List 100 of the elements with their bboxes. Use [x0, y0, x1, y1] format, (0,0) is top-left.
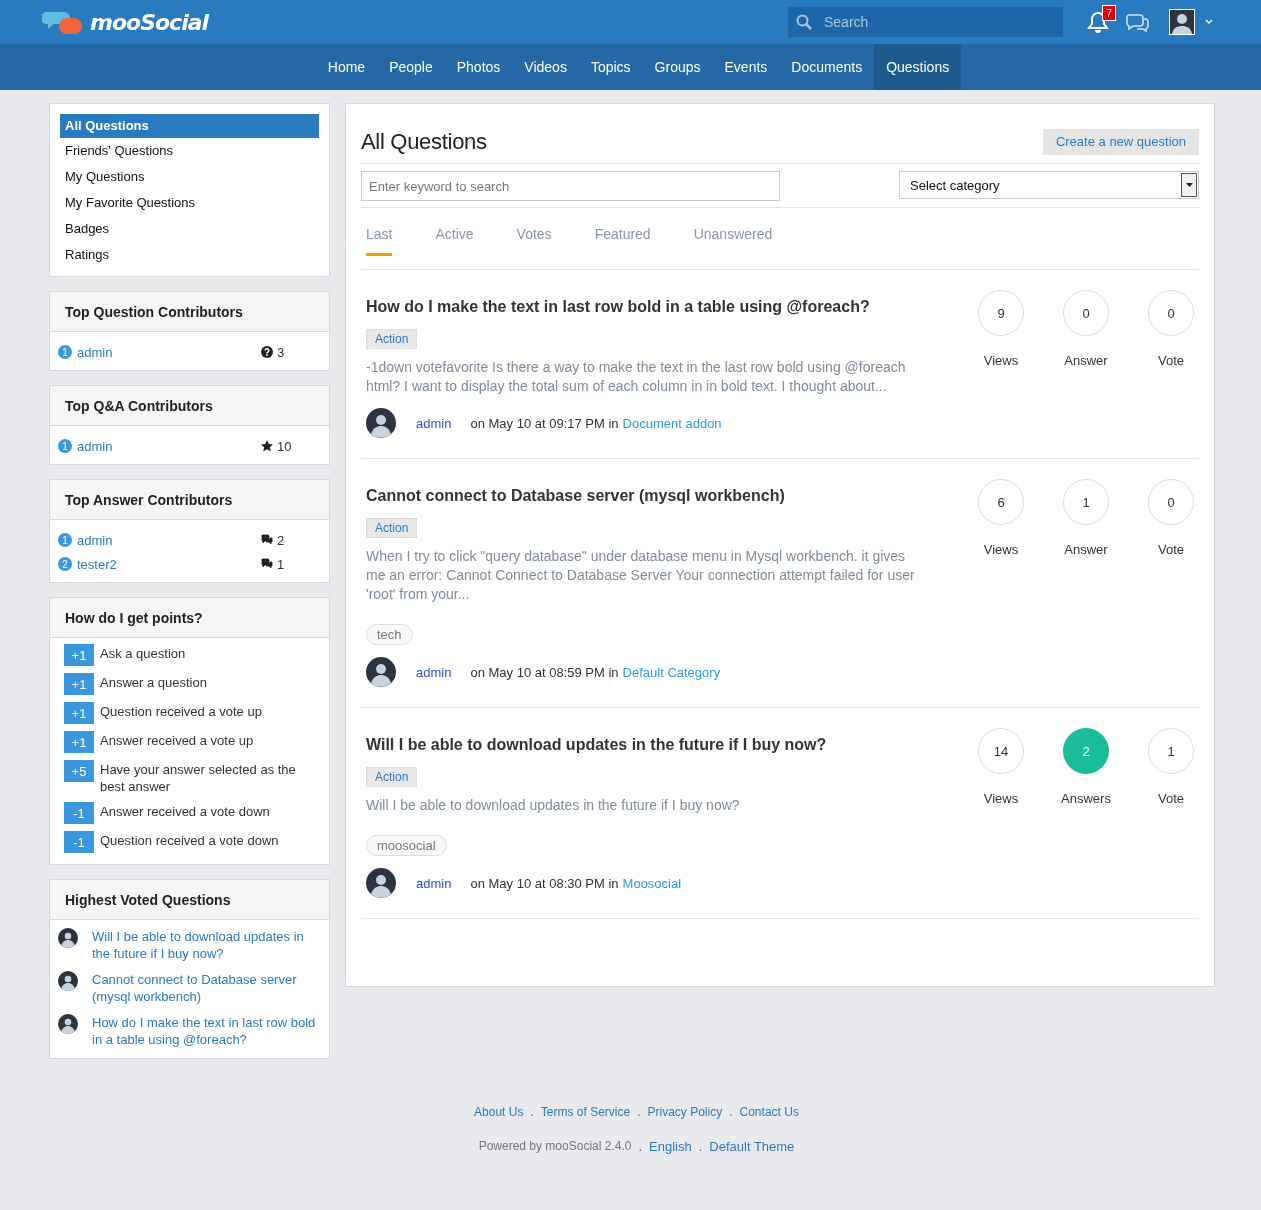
nav-link[interactable]: Documents	[779, 44, 875, 90]
contribution-count: 1	[277, 556, 285, 572]
category-link[interactable]: Default Category	[622, 664, 721, 680]
stat-circle: 2	[1063, 728, 1109, 774]
post-date: on May 10 at 08:59 PM in	[470, 664, 619, 680]
question-title-link[interactable]: How do I make the text in last row bold in a table using @foreach?	[366, 298, 870, 315]
filter-tab[interactable]: Active	[435, 208, 474, 256]
avatar-icon	[366, 408, 396, 438]
points-rule: Answer a question	[100, 674, 207, 692]
avatar-icon	[58, 1014, 78, 1034]
user-avatar-icon[interactable]	[1169, 9, 1195, 35]
points-badge: +5	[64, 760, 94, 782]
panel-title: Top Question Contributors	[50, 292, 329, 332]
star-icon	[261, 440, 273, 452]
points-badge: +1	[64, 673, 94, 695]
separator-dot: .	[729, 1105, 733, 1119]
keyword-search-field[interactable]: Enter keyword to search	[361, 171, 780, 201]
chat-icon[interactable]	[1125, 12, 1149, 32]
points-rule: Ask a question	[100, 645, 186, 663]
category-select[interactable]: Select category	[899, 171, 1199, 199]
user-link[interactable]: tester2	[77, 556, 117, 572]
author-link[interactable]: admin	[416, 875, 452, 891]
nav-link[interactable]: Topics	[578, 44, 643, 90]
stat-label: Views	[983, 791, 1019, 806]
nav-link[interactable]: Groups	[642, 44, 713, 90]
footer-link[interactable]: About Us	[474, 1105, 524, 1119]
brand-logo-text[interactable]: mooSocial	[90, 9, 209, 35]
points-rule: Answer received a vote down	[100, 803, 270, 821]
avatar-icon	[366, 657, 396, 687]
nav-link[interactable]: Questions	[874, 44, 962, 90]
points-badge: +1	[64, 644, 94, 666]
avatar-icon	[58, 971, 78, 991]
contribution-count: 3	[277, 344, 285, 360]
question-excerpt: -1down votefavorite Is there a way to make the text in the last row bold using @foreach html? I want to display the total sum of each column in in bold text. I thought about...	[366, 358, 907, 396]
stat-label: Views	[983, 353, 1019, 368]
points-badge: +1	[64, 731, 94, 753]
panel-title: Highest Voted Questions	[50, 880, 329, 920]
question-title-link[interactable]: Cannot connect to Database server (mysql workbench)	[366, 487, 785, 504]
nav-link[interactable]: Videos	[512, 44, 579, 90]
stat-label: Vote	[1158, 353, 1184, 368]
question-link[interactable]: Will I be able to download updates in the future if I buy now?	[92, 928, 321, 962]
tag-chip[interactable]: moosocial	[366, 835, 447, 856]
theme-link[interactable]: Default Theme	[709, 1139, 795, 1154]
rank-badge: 1	[58, 439, 72, 453]
points-badge: -1	[64, 831, 94, 853]
stat-label: Answers	[1061, 791, 1111, 806]
sidebar-menu-item[interactable]: All Questions	[60, 114, 319, 138]
user-link[interactable]: admin	[77, 532, 113, 548]
page-title: All Questions	[361, 128, 487, 155]
question-circle-icon	[261, 346, 273, 358]
filter-tab[interactable]: Last	[366, 208, 393, 256]
powered-by-text: Powered by mooSocial 2.4.0	[478, 1139, 632, 1154]
nav-link[interactable]: Home	[315, 44, 378, 90]
comments-icon	[261, 558, 273, 570]
stat-label: Vote	[1158, 542, 1184, 557]
points-badge: +1	[64, 702, 94, 724]
user-link[interactable]: admin	[77, 438, 113, 454]
filter-tab[interactable]: Unanswered	[693, 208, 773, 256]
filter-tab[interactable]: Featured	[594, 208, 651, 256]
create-question-button[interactable]: Create a new question	[1042, 128, 1199, 155]
category-link[interactable]: Document addon	[622, 415, 722, 431]
footer-link[interactable]: Contact Us	[739, 1105, 799, 1119]
caret-icon[interactable]	[1205, 19, 1213, 25]
nav-link[interactable]: Events	[712, 44, 780, 90]
question-label: Action	[366, 518, 418, 538]
question-title-link[interactable]: Will I be able to download updates in the future if I buy now?	[366, 736, 827, 753]
author-link[interactable]: admin	[416, 664, 452, 680]
panel-title: Top Q&A Contributors	[50, 386, 329, 426]
avatar-icon	[58, 928, 78, 948]
sidebar-menu-item[interactable]: Friends' Questions	[60, 138, 319, 164]
points-rule: Answer received a vote up	[100, 732, 254, 750]
rank-badge: 1	[58, 345, 72, 359]
footer-link[interactable]: Terms of Service	[540, 1105, 631, 1119]
comments-icon	[261, 534, 273, 546]
separator-dot: .	[698, 1139, 703, 1154]
search-field[interactable]: Search	[788, 7, 1063, 37]
user-link[interactable]: admin	[77, 344, 113, 360]
question-link[interactable]: How do I make the text in last row bold in a table using @foreach?	[92, 1014, 321, 1048]
question-label: Action	[366, 767, 418, 787]
author-link[interactable]: admin	[416, 415, 452, 431]
sidebar-menu-item[interactable]: Badges	[60, 216, 319, 242]
filter-tab[interactable]: Votes	[516, 208, 552, 256]
language-link[interactable]: English	[649, 1139, 692, 1154]
sidebar-menu-item[interactable]: Ratings	[60, 242, 319, 268]
sidebar-menu-item[interactable]: My Questions	[60, 164, 319, 190]
avatar-icon	[366, 868, 396, 898]
contribution-count: 10	[277, 438, 292, 454]
points-rule: Question received a vote up	[100, 703, 262, 721]
sidebar-menu-item[interactable]: My Favorite Questions	[60, 190, 319, 216]
nav-link[interactable]: People	[377, 44, 445, 90]
question-link[interactable]: Cannot connect to Database server (mysql workbench)	[92, 971, 321, 1005]
category-link[interactable]: Moosocial	[622, 875, 682, 891]
question-excerpt: When I try to click "query database" under database menu in Mysql workbench. it gives me an error: Cannot Connect to Database Server Your connection attempt failed for user 'root' from your...	[366, 547, 916, 604]
stat-label: Answer	[1064, 353, 1108, 368]
panel-title: How do I get points?	[50, 598, 329, 638]
footer-link[interactable]: Privacy Policy	[647, 1105, 723, 1119]
stat-label: Views	[983, 542, 1019, 557]
points-rule: Question received a vote down	[100, 832, 279, 850]
nav-link[interactable]: Photos	[444, 44, 513, 90]
tag-chip[interactable]: tech	[366, 624, 413, 645]
